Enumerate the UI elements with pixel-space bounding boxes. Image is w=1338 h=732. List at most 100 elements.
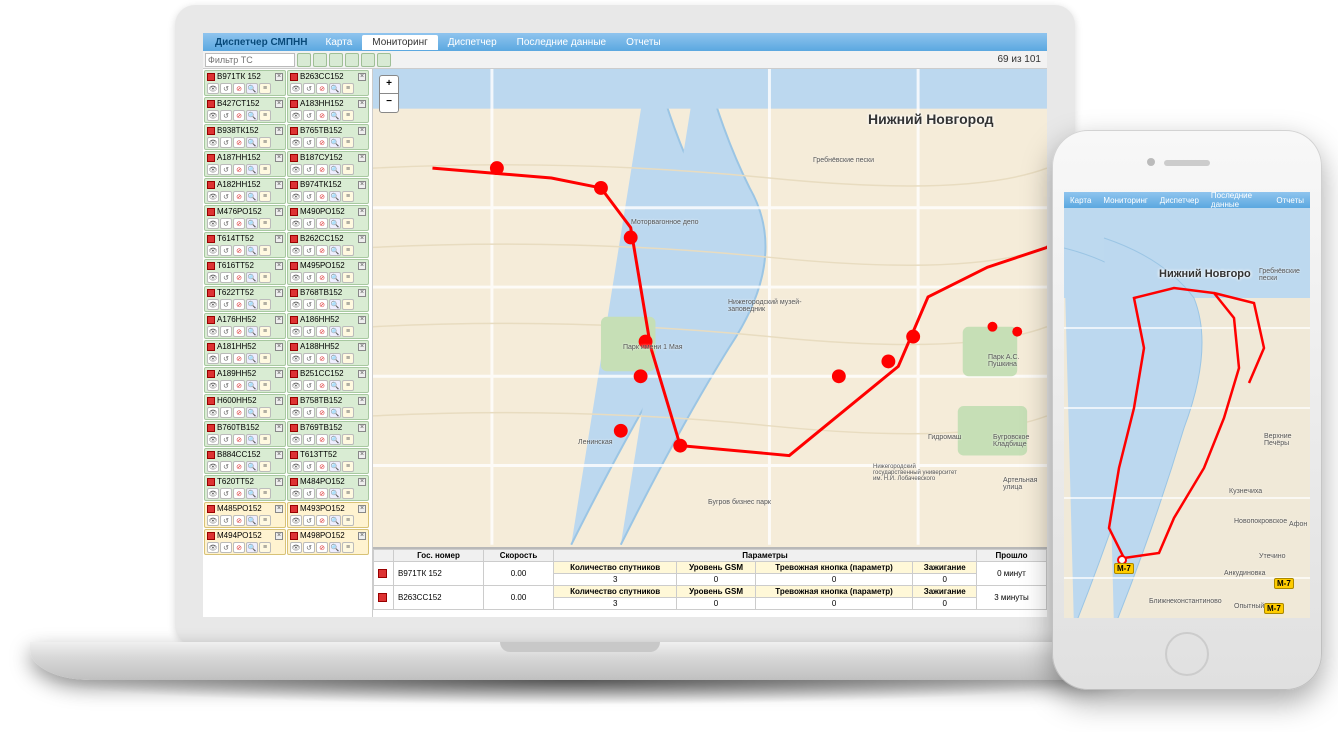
list-icon[interactable]: ≡ (259, 461, 271, 472)
eye-icon[interactable]: 👁 (290, 542, 302, 553)
cancel-icon[interactable]: ⊘ (316, 83, 328, 94)
route-icon[interactable]: ↺ (303, 542, 315, 553)
list-icon[interactable]: ≡ (259, 218, 271, 229)
cancel-icon[interactable]: ⊘ (316, 380, 328, 391)
close-icon[interactable]: × (358, 208, 366, 216)
eye-icon[interactable]: 👁 (290, 191, 302, 202)
list-icon[interactable]: ≡ (259, 272, 271, 283)
close-icon[interactable]: × (275, 127, 283, 135)
close-icon[interactable]: × (275, 451, 283, 459)
zoom-icon[interactable]: 🔍 (246, 326, 258, 337)
zoom-icon[interactable]: 🔍 (329, 218, 341, 229)
phone-map-view[interactable]: Нижний Новгоро М-7 М-7 М-7 Гребнёвские п… (1064, 208, 1310, 618)
route-icon[interactable]: ↺ (220, 326, 232, 337)
vehicle-table[interactable]: Гос. номер Скорость Параметры Прошло В97… (373, 547, 1047, 617)
vehicle-card[interactable]: В758ТВ152×👁↺⊘🔍≡ (287, 394, 369, 420)
route-icon[interactable]: ↺ (303, 515, 315, 526)
eye-icon[interactable]: 👁 (290, 164, 302, 175)
eye-icon[interactable]: 👁 (207, 218, 219, 229)
eye-icon[interactable]: 👁 (290, 272, 302, 283)
zoom-icon[interactable]: 🔍 (246, 515, 258, 526)
list-icon[interactable]: ≡ (342, 272, 354, 283)
cancel-icon[interactable]: ⊘ (316, 299, 328, 310)
cancel-icon[interactable]: ⊘ (233, 272, 245, 283)
cancel-icon[interactable]: ⊘ (233, 299, 245, 310)
phone-tab-monitoring[interactable]: Мониторинг (1097, 194, 1153, 207)
close-icon[interactable]: × (275, 154, 283, 162)
list-icon[interactable]: ≡ (342, 110, 354, 121)
route-icon[interactable]: ↺ (220, 83, 232, 94)
eye-icon[interactable]: 👁 (290, 326, 302, 337)
close-icon[interactable]: × (275, 316, 283, 324)
eye-icon[interactable]: 👁 (290, 488, 302, 499)
eye-icon[interactable]: 👁 (290, 83, 302, 94)
vehicle-card[interactable]: М490РО152×👁↺⊘🔍≡ (287, 205, 369, 231)
zoom-icon[interactable]: 🔍 (329, 191, 341, 202)
phone-home-button[interactable] (1165, 632, 1209, 676)
zoom-icon[interactable]: 🔍 (246, 137, 258, 148)
list-icon[interactable]: ≡ (259, 488, 271, 499)
eye-icon[interactable]: 👁 (207, 245, 219, 256)
close-icon[interactable]: × (275, 343, 283, 351)
cancel-icon[interactable]: ⊘ (316, 218, 328, 229)
cancel-icon[interactable]: ⊘ (233, 515, 245, 526)
vehicle-card[interactable]: В263СС152×👁↺⊘🔍≡ (287, 70, 369, 96)
close-icon[interactable]: × (358, 181, 366, 189)
eye-icon[interactable]: 👁 (207, 110, 219, 121)
close-icon[interactable]: × (358, 370, 366, 378)
route-icon[interactable]: ↺ (220, 272, 232, 283)
vehicle-card[interactable]: М495РО152×👁↺⊘🔍≡ (287, 259, 369, 285)
cancel-icon[interactable]: ⊘ (316, 407, 328, 418)
cancel-icon[interactable]: ⊘ (233, 218, 245, 229)
eye-icon[interactable]: 👁 (207, 191, 219, 202)
eye-icon[interactable]: 👁 (207, 299, 219, 310)
zoom-icon[interactable]: 🔍 (329, 407, 341, 418)
route-icon[interactable]: ↺ (303, 407, 315, 418)
route-icon[interactable]: ↺ (303, 83, 315, 94)
vehicle-card[interactable]: А187НН152×👁↺⊘🔍≡ (204, 151, 286, 177)
vehicle-card[interactable]: М493РО152×👁↺⊘🔍≡ (287, 502, 369, 528)
eye-icon[interactable]: 👁 (290, 353, 302, 364)
list-icon[interactable]: ≡ (342, 191, 354, 202)
route-icon[interactable]: ↺ (220, 164, 232, 175)
close-icon[interactable]: × (358, 532, 366, 540)
close-icon[interactable]: × (358, 235, 366, 243)
eye-icon[interactable]: 👁 (207, 542, 219, 553)
close-icon[interactable]: × (275, 505, 283, 513)
route-icon[interactable]: ↺ (303, 137, 315, 148)
vehicle-card[interactable]: В427СТ152×👁↺⊘🔍≡ (204, 97, 286, 123)
vehicle-card[interactable]: В971ТК 152×👁↺⊘🔍≡ (204, 70, 286, 96)
eye-icon[interactable]: 👁 (207, 272, 219, 283)
vehicle-card[interactable]: В768ТВ152×👁↺⊘🔍≡ (287, 286, 369, 312)
vehicle-card[interactable]: А186НН52×👁↺⊘🔍≡ (287, 313, 369, 339)
close-icon[interactable]: × (358, 343, 366, 351)
vehicle-card[interactable]: А189НН52×👁↺⊘🔍≡ (204, 367, 286, 393)
list-icon[interactable]: ≡ (342, 164, 354, 175)
route-icon[interactable]: ↺ (220, 380, 232, 391)
vehicle-card[interactable]: Т616ТТ52×👁↺⊘🔍≡ (204, 259, 286, 285)
route-icon[interactable]: ↺ (303, 110, 315, 121)
route-icon[interactable]: ↺ (220, 407, 232, 418)
eye-icon[interactable]: 👁 (290, 461, 302, 472)
zoom-icon[interactable]: 🔍 (329, 542, 341, 553)
route-icon[interactable]: ↺ (220, 110, 232, 121)
eye-icon[interactable]: 👁 (207, 407, 219, 418)
tab-monitoring[interactable]: Мониторинг (362, 35, 437, 50)
cancel-icon[interactable]: ⊘ (233, 407, 245, 418)
vehicle-card[interactable]: В251СС152×👁↺⊘🔍≡ (287, 367, 369, 393)
vehicle-card[interactable]: В262СС152×👁↺⊘🔍≡ (287, 232, 369, 258)
vehicle-card[interactable]: Т613ТТ52×👁↺⊘🔍≡ (287, 448, 369, 474)
list-icon[interactable]: ≡ (342, 326, 354, 337)
close-icon[interactable]: × (358, 127, 366, 135)
eye-icon[interactable]: 👁 (207, 353, 219, 364)
zoom-icon[interactable]: 🔍 (329, 299, 341, 310)
list-icon[interactable]: ≡ (259, 137, 271, 148)
list-icon[interactable]: ≡ (259, 353, 271, 364)
cancel-icon[interactable]: ⊘ (233, 542, 245, 553)
zoom-icon[interactable]: 🔍 (329, 83, 341, 94)
eye-icon[interactable]: 👁 (290, 407, 302, 418)
list-icon[interactable]: ≡ (259, 515, 271, 526)
close-icon[interactable]: × (358, 451, 366, 459)
phone-tab-dispatcher[interactable]: Диспетчер (1154, 194, 1205, 207)
zoom-icon[interactable]: 🔍 (246, 164, 258, 175)
